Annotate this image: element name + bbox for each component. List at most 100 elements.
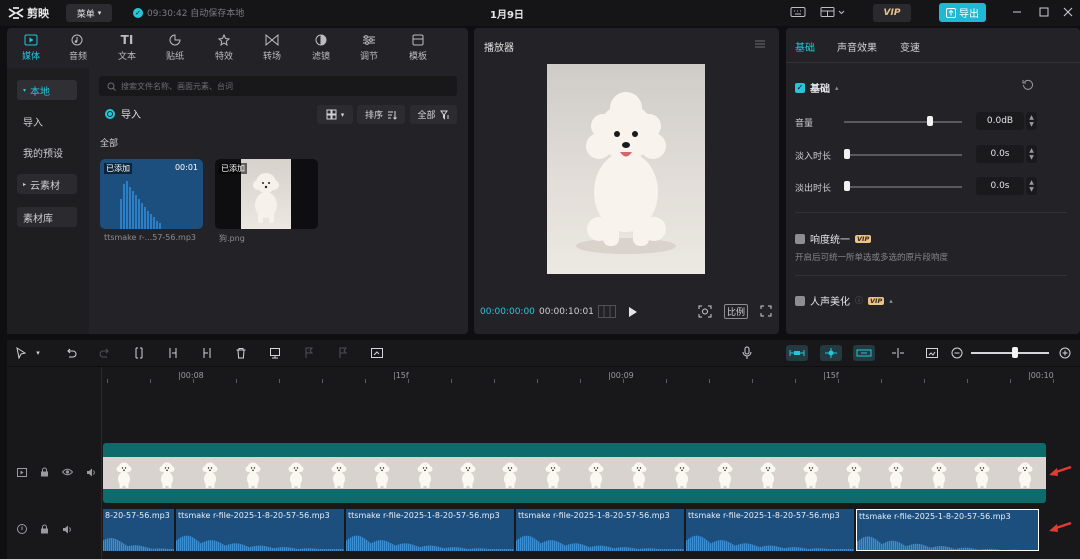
filter-icon <box>313 33 329 47</box>
audio-clip[interactable]: ttsmake r-file-2025-1-8-20-57-56.mp3 <box>176 509 344 551</box>
import-button[interactable]: 导入 <box>105 106 141 121</box>
magnet-snap-icon[interactable] <box>820 345 842 361</box>
vip-badge: VIP <box>855 234 872 243</box>
freeze-frame-icon[interactable] <box>267 345 283 361</box>
tab-text[interactable]: TI 文本 <box>108 30 146 64</box>
basic-section-header[interactable]: ✓ 基础 ▴ <box>795 80 839 95</box>
maximize-icon[interactable] <box>1038 6 1052 20</box>
delete-icon[interactable] <box>233 345 249 361</box>
split-screen-icon[interactable] <box>890 345 906 361</box>
fit-screen-icon[interactable] <box>698 305 712 318</box>
volume-slider-knob[interactable] <box>926 116 933 126</box>
chevron-up-icon: ▴ <box>835 83 839 92</box>
tab-transition[interactable]: 转场 <box>253 30 291 64</box>
filter-button[interactable]: 全部 <box>410 105 457 124</box>
marker-icon[interactable] <box>335 345 351 361</box>
reset-icon[interactable] <box>1022 79 1034 91</box>
video-preview[interactable] <box>547 64 705 274</box>
play-button[interactable] <box>628 306 638 318</box>
tab-sound-effects[interactable]: 声音效果 <box>837 39 877 54</box>
tab-audio[interactable]: 音频 <box>59 30 97 64</box>
audio-clip[interactable]: ttsmake r-file-2025-1-8-20-57-56.mp3 <box>516 509 684 551</box>
layout-icon[interactable] <box>820 6 846 20</box>
tab-template[interactable]: 模板 <box>399 30 437 64</box>
sidebar-item-cloud[interactable]: ▸ 云素材 <box>17 174 77 194</box>
minimize-icon[interactable] <box>1011 6 1025 20</box>
tab-speed[interactable]: 变速 <box>900 39 920 54</box>
thumbnail-icon[interactable] <box>924 345 940 361</box>
audio-clip[interactable]: ttsmake r-file-2025-1-8-20-57-56.mp3 <box>346 509 514 551</box>
audio-clip[interactable]: 8-20-57-56.mp3 <box>103 509 174 551</box>
undo-icon[interactable] <box>63 345 79 361</box>
zoom-in-icon[interactable] <box>1057 345 1073 361</box>
fade-out-value-field[interactable]: 0.0s <box>976 177 1024 195</box>
tab-audio-label: 音频 <box>68 51 87 62</box>
zoom-slider[interactable] <box>971 352 1049 354</box>
loudness-section-header[interactable]: 响度统一 VIP <box>795 231 872 246</box>
hamburger-menu-icon[interactable] <box>755 40 769 54</box>
volume-value-field[interactable]: 0.0dB <box>976 112 1024 130</box>
tab-media-label: 媒体 <box>21 51 40 62</box>
grid-icon <box>326 109 337 120</box>
split-icon[interactable] <box>131 345 147 361</box>
close-icon[interactable] <box>1062 6 1076 20</box>
search-input[interactable]: 搜索文件名称、画面元素、台词 <box>99 76 457 96</box>
app-logo-text: 剪映 <box>27 7 49 20</box>
fade-in-slider[interactable] <box>844 154 962 156</box>
sort-button[interactable]: 排序 <box>357 105 405 124</box>
sidebar-item-library[interactable]: 素材库 <box>17 207 77 227</box>
media-icon <box>23 33 39 47</box>
tab-basic[interactable]: 基础 <box>795 39 815 54</box>
media-panel: 媒体 音频 TI 文本 贴纸 特效 转场 滤镜 调节 模板 ▾ 本地 导入 我的… <box>7 28 468 334</box>
export-button-label: 导出 <box>959 9 979 20</box>
trim-left-icon[interactable] <box>165 345 181 361</box>
sidebar-item-import[interactable]: 导入 <box>17 111 77 131</box>
select-cursor-icon[interactable] <box>13 345 29 361</box>
audio-clip[interactable]: ttsmake r-file-2025-1-8-20-57-56.mp3 <box>686 509 854 551</box>
fullscreen-icon[interactable] <box>760 305 772 317</box>
voice-beautify-section-header[interactable]: 人声美化 ⓘ VIP ▴ <box>795 293 893 308</box>
fade-in-slider-knob[interactable] <box>844 149 850 159</box>
keyboard-icon[interactable] <box>790 6 806 20</box>
zoom-slider-knob[interactable] <box>1012 347 1018 358</box>
sidebar-item-presets[interactable]: 我的预设 <box>17 142 77 162</box>
flag-icon[interactable] <box>301 345 317 361</box>
chevron-down-icon[interactable]: ▾ <box>33 345 43 361</box>
tab-effects[interactable]: 特效 <box>205 30 243 64</box>
audio-clip[interactable]: ttsmake r-file-2025-1-8-20-57-56.mp3 <box>856 509 1039 551</box>
link-clips-icon[interactable] <box>786 345 808 361</box>
tab-media[interactable]: 媒体 <box>12 30 50 64</box>
volume-stepper[interactable]: ▲ ▼ <box>1026 112 1037 130</box>
microphone-icon[interactable] <box>739 345 755 361</box>
ratio-button[interactable]: 比例 <box>724 304 749 319</box>
menu-button[interactable]: 菜单 ▾ <box>66 4 112 22</box>
crop-icon[interactable] <box>369 345 385 361</box>
export-button[interactable]: 导出 <box>939 3 986 22</box>
fade-out-slider-knob[interactable] <box>844 181 850 191</box>
duration-label: 00:01 <box>174 163 198 172</box>
fade-in-value-field[interactable]: 0.0s <box>976 145 1024 163</box>
film-strip-icon[interactable] <box>598 305 616 318</box>
preview-axis-icon[interactable] <box>853 345 875 361</box>
fade-out-stepper[interactable]: ▲ ▼ <box>1026 177 1037 195</box>
sidebar-item-local[interactable]: ▾ 本地 <box>17 80 77 100</box>
redo-icon[interactable] <box>97 345 113 361</box>
tab-sticker[interactable]: 贴纸 <box>156 30 194 64</box>
sort-label: 排序 <box>364 111 383 121</box>
added-badge: 已添加 <box>219 163 247 174</box>
added-badge: 已添加 <box>104 163 132 174</box>
trim-right-icon[interactable] <box>199 345 215 361</box>
tab-adjust[interactable]: 调节 <box>350 30 388 64</box>
media-card-audio[interactable]: 已添加 00:01 <box>100 159 203 229</box>
chevron-down-icon: ▾ <box>97 9 102 17</box>
fade-in-stepper[interactable]: ▲ ▼ <box>1026 145 1037 163</box>
volume-slider[interactable] <box>844 121 962 123</box>
vip-button[interactable]: VIP <box>873 4 911 22</box>
media-card-image[interactable]: 已添加 <box>215 159 318 229</box>
zoom-out-icon[interactable] <box>949 345 965 361</box>
tab-filter-label: 滤镜 <box>311 51 330 62</box>
fade-out-slider[interactable] <box>844 186 962 188</box>
tab-filter[interactable]: 滤镜 <box>302 30 340 64</box>
view-mode-button[interactable]: ▾ <box>317 105 353 124</box>
adjust-icon <box>361 33 377 47</box>
